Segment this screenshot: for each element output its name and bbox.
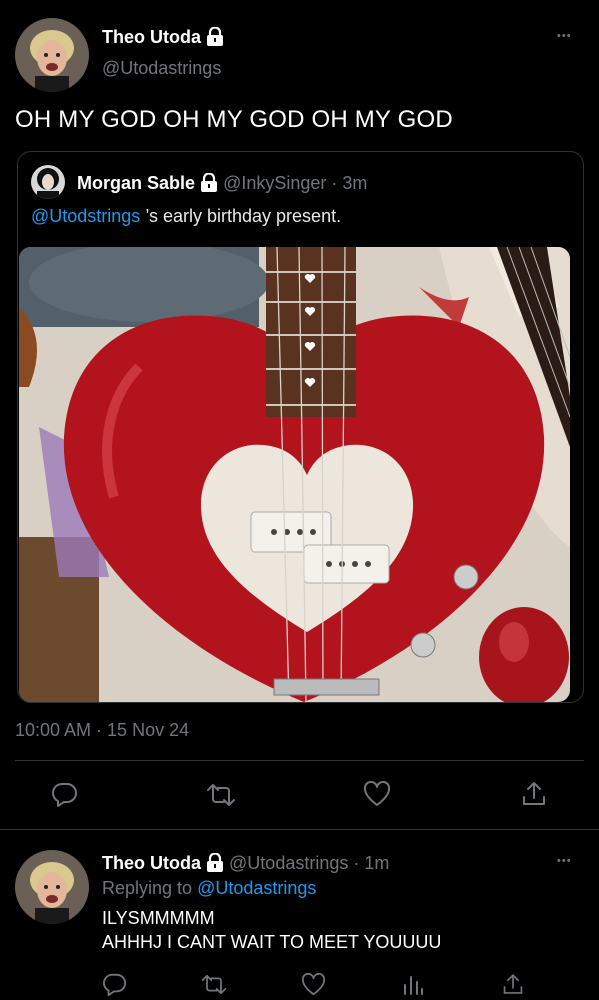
like-icon[interactable] xyxy=(363,781,391,807)
reply-text-line-2: AHHHJ I CANT WAIT TO MEET YOUUUU xyxy=(102,932,442,952)
reply-text-line-1: ILYSMMMMM xyxy=(102,908,215,928)
quoted-header: Morgan Sable @InkySinger · 3m xyxy=(77,172,367,194)
replying-to: Replying to @Utodastrings xyxy=(102,878,316,899)
reply-icon[interactable] xyxy=(103,972,127,996)
lock-icon xyxy=(207,26,224,46)
share-icon[interactable] xyxy=(521,780,547,808)
reply-author-name[interactable]: Theo Utoda xyxy=(102,853,201,873)
quoted-author-name[interactable]: Morgan Sable xyxy=(77,173,195,193)
share-icon[interactable] xyxy=(502,972,524,997)
replying-to-prefix: Replying to xyxy=(102,878,198,898)
more-options-icon[interactable]: ••• xyxy=(557,30,572,42)
reply-icon[interactable] xyxy=(52,781,78,807)
quoted-author-avatar[interactable] xyxy=(31,165,65,199)
lock-icon xyxy=(201,172,218,192)
retweet-icon[interactable] xyxy=(200,973,228,996)
quoted-text-body: ’s early birthday present. xyxy=(140,206,342,226)
analytics-icon[interactable] xyxy=(402,973,424,996)
reply-more-options-icon[interactable]: ••• xyxy=(557,855,572,867)
mention-link[interactable]: @Utodstrings xyxy=(31,206,140,226)
replying-to-link[interactable]: @Utodastrings xyxy=(197,878,316,898)
author-name-text[interactable]: Theo Utoda xyxy=(102,27,201,47)
quoted-tweet-text: @Utodstrings ’s early birthday present. xyxy=(31,206,341,227)
reply-time[interactable]: · 1m xyxy=(353,853,389,873)
quoted-time[interactable]: · 3m xyxy=(331,173,367,193)
tweet-text: OH MY GOD OH MY GOD OH MY GOD xyxy=(15,106,453,133)
quoted-tweet-image[interactable] xyxy=(19,247,570,702)
divider xyxy=(15,760,584,761)
reply-author-avatar[interactable] xyxy=(15,850,89,924)
divider xyxy=(0,829,599,830)
heart-bass-guitar-photo xyxy=(19,247,570,702)
lock-icon xyxy=(207,852,224,872)
author-avatar[interactable] xyxy=(15,18,89,92)
quoted-author-handle[interactable]: @InkySinger xyxy=(223,173,326,193)
like-icon[interactable] xyxy=(301,973,326,996)
author-name[interactable]: Theo Utoda xyxy=(102,26,224,48)
tweet-timestamp[interactable]: 10:00 AM · 15 Nov 24 xyxy=(15,720,189,741)
reply-header: Theo Utoda @Utodastrings · 1m xyxy=(102,852,389,874)
retweet-icon[interactable] xyxy=(205,782,237,808)
author-handle[interactable]: @Utodastrings xyxy=(102,58,221,79)
reply-author-handle[interactable]: @Utodastrings xyxy=(229,853,348,873)
